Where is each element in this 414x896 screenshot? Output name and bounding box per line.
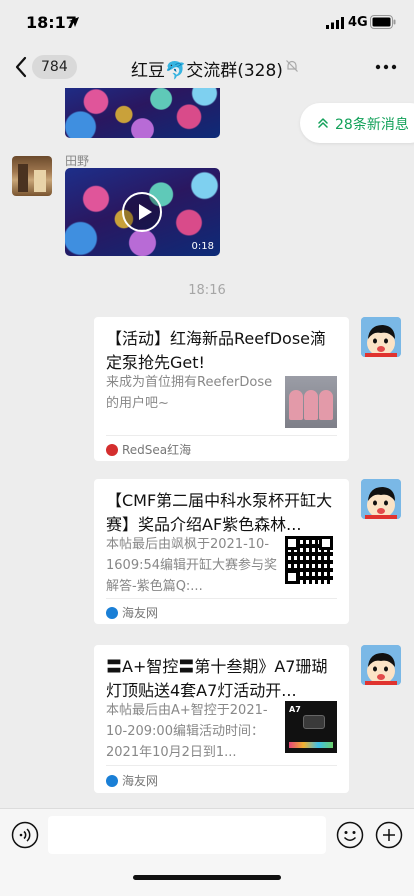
image-message[interactable]	[65, 88, 220, 138]
divider	[106, 435, 337, 436]
network-label: 4G	[348, 15, 368, 30]
card-description: 本帖最后由A+智控于2021-10-209:00编辑活动时间：2021年10月2…	[106, 703, 268, 760]
avatar[interactable]	[361, 479, 401, 519]
redsea-logo-icon	[106, 444, 118, 456]
divider	[106, 765, 337, 766]
mute-bell-icon	[286, 60, 298, 72]
double-chevron-up-icon	[318, 118, 328, 128]
qr-code-thumbnail	[285, 536, 333, 584]
location-arrow-icon	[69, 17, 79, 27]
crayon-shin-avatar-icon	[361, 645, 401, 685]
divider	[106, 598, 337, 599]
play-icon[interactable]	[122, 192, 162, 232]
unread-count-badge[interactable]: 784	[32, 55, 77, 79]
plus-icon[interactable]	[375, 821, 403, 849]
more-options-icon[interactable]	[375, 64, 397, 70]
avatar[interactable]	[361, 317, 401, 357]
time-divider: 18:16	[188, 283, 226, 298]
chat-message-list[interactable]: 田野 0:18 18:16 【活动】红海新品ReefDose滴定泵抢先Get! …	[0, 88, 414, 804]
a7-light-thumbnail: A7	[285, 701, 337, 753]
avatar[interactable]	[361, 645, 401, 685]
card-description: 来成为首位拥有ReeferDose的用户吧~	[106, 375, 273, 411]
link-card[interactable]: 【活动】红海新品ReefDose滴定泵抢先Get! 来成为首位拥有ReeferD…	[94, 317, 349, 461]
card-title: 【CMF第二届中科水泵杯开缸大赛】奖品介绍AF紫色森林...	[106, 491, 333, 534]
haiyou-logo-icon	[106, 607, 118, 619]
voice-icon[interactable]	[11, 821, 39, 849]
crayon-shin-avatar-icon	[361, 479, 401, 519]
sender-name: 田野	[65, 154, 90, 168]
link-card[interactable]: 〓A+智控〓第十叁期》A7珊瑚灯顶贴送4套A7灯活动开... 本帖最后由A+智控…	[94, 645, 349, 793]
card-title: 〓A+智控〓第十叁期》A7珊瑚灯顶贴送4套A7灯活动开...	[106, 657, 328, 700]
new-messages-label: 28条新消息	[335, 117, 409, 133]
card-title: 【活动】红海新品ReefDose滴定泵抢先Get!	[106, 329, 327, 372]
crayon-shin-avatar-icon	[361, 317, 401, 357]
back-chevron-icon[interactable]	[14, 56, 28, 78]
haiyou-logo-icon	[106, 775, 118, 787]
chat-title[interactable]: 红豆🐬交流群(328)	[131, 61, 283, 81]
card-thumbnail	[285, 376, 337, 428]
emoji-icon[interactable]	[336, 821, 364, 849]
video-message[interactable]: 0:18	[65, 168, 220, 256]
card-source: 海友网	[106, 772, 158, 789]
nav-bar: 784 红豆🐬交流群(328)	[0, 46, 414, 88]
battery-icon	[370, 15, 396, 29]
new-messages-button[interactable]: 28条新消息	[300, 103, 414, 143]
message-input[interactable]	[48, 816, 326, 854]
home-indicator	[133, 875, 281, 880]
link-card[interactable]: 【CMF第二届中科水泵杯开缸大赛】奖品介绍AF紫色森林... 本帖最后由飒枫于2…	[94, 479, 349, 624]
signal-icon	[326, 17, 344, 29]
input-bar	[0, 808, 414, 896]
reef-photo	[65, 88, 220, 138]
card-description: 本帖最后由飒枫于2021-10-1609:54编辑开缸大赛参与奖解答-紫色篇Q:…	[106, 537, 278, 594]
avatar[interactable]	[12, 156, 52, 196]
card-source: 海友网	[106, 604, 158, 621]
video-duration: 0:18	[191, 241, 214, 252]
status-bar: 18:17 4G	[0, 0, 414, 46]
card-source: RedSea红海	[106, 441, 191, 458]
